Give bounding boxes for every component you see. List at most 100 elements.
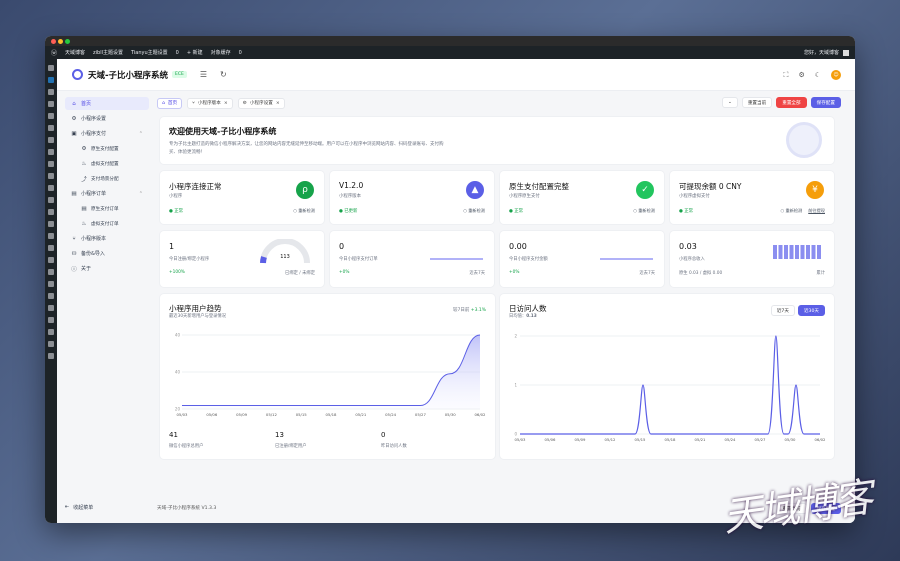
admin-bar-item[interactable]: zibll主题设置	[93, 49, 123, 56]
metric-note: 近去7天	[639, 271, 655, 276]
menu-toggle-icon[interactable]: ☰	[200, 70, 207, 79]
wp-admin-bar: ⓦ 您好，天域博客 天域博客 zibll主题设置 Tianyu主题设置 0 + 新建 对象…	[45, 46, 855, 59]
daily-visits-chart: 2 1 005/03 05/06 05/09 05/12 05/15 05/18 05/21 05…	[514, 334, 826, 443]
status-card: 原生支付配置完整 小程序原生支付 ● 正常 ○ 重新检测 ✓	[500, 171, 664, 224]
admin-bar-item[interactable]: 0	[239, 50, 242, 56]
miniprogram-logo-icon	[786, 122, 822, 158]
menu-item[interactable]: ▤ 小程序订单 ⌃	[65, 187, 149, 200]
admin-bar-item[interactable]: 0	[176, 50, 179, 56]
menu-item[interactable]: ⓘ 关于	[65, 262, 149, 275]
metric-sparkline	[430, 258, 483, 260]
recheck-button[interactable]: ○ 重新检测	[293, 208, 315, 214]
x-tick-label: 05/12	[266, 412, 278, 417]
info-icon: ⓘ	[71, 266, 77, 273]
maximize-dot[interactable]	[65, 39, 70, 44]
spark-bar	[806, 245, 810, 259]
menu-item[interactable]: ⑂ 小程序版本	[65, 232, 149, 245]
menu-item[interactable]: ▣ 小程序支付 ⌃	[65, 127, 149, 140]
chevron-up-icon[interactable]: ⌃	[139, 191, 143, 197]
status-ok-label: 正常	[514, 209, 524, 214]
footer-text: 天域-子比小程序系统 V1.3.3	[157, 506, 217, 511]
user-trend-chart: 40 40 2005/03 05/06 05/09 05/12 05/15 05/18 05/2…	[175, 333, 487, 418]
user-avatar-icon[interactable]	[843, 49, 849, 56]
admin-bar-item[interactable]: + 新建	[187, 49, 203, 56]
welcome-card: 欢迎使用天域-子比小程序系统 专为子比主题打造的微信小程序解决方案，让您的网站内…	[160, 117, 834, 164]
status-ok: ● 正常	[169, 208, 183, 214]
x-tick-label: 05/30	[785, 437, 797, 442]
user-trend-card: 小程序用户趋势 最近30天新增用户与登录情况 较7日前 +3.1% 40 40 20…	[160, 294, 495, 459]
status-icon: ✓	[636, 181, 654, 199]
y-tick-label: 2	[514, 334, 517, 339]
spark-bar	[811, 245, 816, 259]
menu-item[interactable]: ⤴ 支付场景分配	[65, 172, 149, 185]
recheck-button[interactable]: ○ 重新检测 前往提现	[780, 208, 825, 214]
moon-icon[interactable]: ☾	[815, 71, 821, 79]
admin-bar-item[interactable]: 对象缓存	[211, 49, 231, 56]
tab-label: 首页	[167, 101, 178, 106]
menu-item[interactable]: ⚙ 原生支付配置	[65, 142, 149, 155]
order-icon: ▤	[71, 190, 77, 197]
app-header: 天域-子比小程序系统 ECE ☰ ↻ ⛶ ⚙ ☾ ☺	[57, 59, 855, 91]
x-tick-label: 06/02	[475, 412, 487, 417]
greeting[interactable]: 您好，天域博客	[804, 49, 839, 56]
menu-item[interactable]: ⚙ 小程序设置	[65, 112, 149, 125]
status-subtitle: 小程序版本	[339, 194, 361, 199]
reset-all-button[interactable]: 重置全部	[776, 97, 807, 108]
home-icon: ⌂	[72, 100, 76, 107]
minimize-dot[interactable]	[58, 39, 63, 44]
menu-item[interactable]: ▤ 原生支付订单	[65, 202, 149, 215]
gear-icon[interactable]: ⚙	[798, 71, 804, 79]
fullscreen-icon[interactable]: ⛶	[784, 71, 789, 80]
metric-label: 今日注册/绑定小程序	[169, 257, 210, 262]
logo-icon	[72, 69, 83, 80]
trend-stat-value: 41	[169, 431, 178, 439]
metric-card: 0 今日小程序支付订单 +0% 近去7天	[330, 231, 494, 287]
version-badge: ECE	[172, 71, 187, 78]
admin-bar-item[interactable]: Tianyu主题设置	[131, 49, 168, 56]
close-icon[interactable]: ×	[224, 101, 228, 106]
wallet-icon: ▣	[71, 130, 77, 137]
menu-item[interactable]: ♨ 虚拟支付订单	[65, 217, 149, 230]
menu-item-label: 小程序版本	[81, 236, 107, 242]
tab-home[interactable]: ⌂ 首页	[157, 97, 183, 109]
x-tick-label: 05/15	[635, 437, 647, 442]
tab-settings[interactable]: ⚙ 小程序设置 ×	[237, 97, 285, 109]
reset-current-button[interactable]: 重置当前	[741, 97, 773, 108]
metric-growth: +0%	[509, 270, 520, 275]
admin-bar-item[interactable]: 天域博客	[65, 49, 85, 56]
menu-item-label: 首页	[81, 101, 92, 107]
settings-icon: ⚙	[242, 100, 247, 106]
collapse-label: 收起菜单	[73, 505, 94, 511]
chevron-up-icon[interactable]: ⌃	[139, 131, 143, 137]
menu-item-label: 小程序订单	[81, 191, 107, 197]
metric-value: 0.03	[679, 242, 697, 251]
menu-item[interactable]: ⌂ 首页	[65, 97, 149, 110]
menu-item[interactable]: ♨ 虚拟支付配置	[65, 157, 149, 170]
tab-version[interactable]: ⑂ 小程序版本 ×	[187, 97, 233, 109]
withdraw-link[interactable]: 前往提现	[808, 208, 825, 213]
tab-label: 小程序设置	[249, 101, 273, 106]
trend-stat-label: 微信小程序总用户	[169, 444, 204, 449]
x-tick-label: 05/21	[695, 437, 707, 442]
wp-sidebar	[45, 59, 57, 523]
recheck-button[interactable]: ○ 重新检测	[633, 208, 655, 214]
y-tick-label: 1	[514, 383, 517, 388]
branch-icon: ⑂	[72, 235, 76, 242]
window-titlebar	[45, 36, 855, 46]
collapse-menu-button[interactable]: ⇤ 收起菜单	[65, 504, 93, 511]
menu-item[interactable]: ⛁ 备份&导入	[65, 247, 149, 260]
save-button[interactable]: 保存配置	[810, 97, 841, 108]
refresh-icon[interactable]: ↻	[220, 70, 227, 79]
menu-item-label: 支付场景分配	[91, 176, 119, 182]
metric-card: 1 今日注册/绑定小程序 +100% 已绑定 / 未绑定 113	[160, 231, 324, 287]
tab-bar: ⌂ 首页 ⑂ 小程序版本 × ⚙ 小程序设置 × ⌄ 重置当前 重置全部 保存配置	[157, 97, 841, 109]
spark-bar	[800, 245, 805, 259]
recheck-label: 重新检测	[785, 208, 803, 213]
close-icon[interactable]: ×	[276, 101, 280, 106]
recheck-button[interactable]: ○ 重新检测	[463, 208, 485, 214]
flame-icon: ♨	[81, 220, 87, 227]
close-dot[interactable]	[51, 39, 56, 44]
more-tabs-button[interactable]: ⌄	[721, 97, 738, 108]
wordpress-icon[interactable]: ⓦ	[51, 48, 57, 57]
avatar[interactable]: ☺	[831, 70, 841, 80]
